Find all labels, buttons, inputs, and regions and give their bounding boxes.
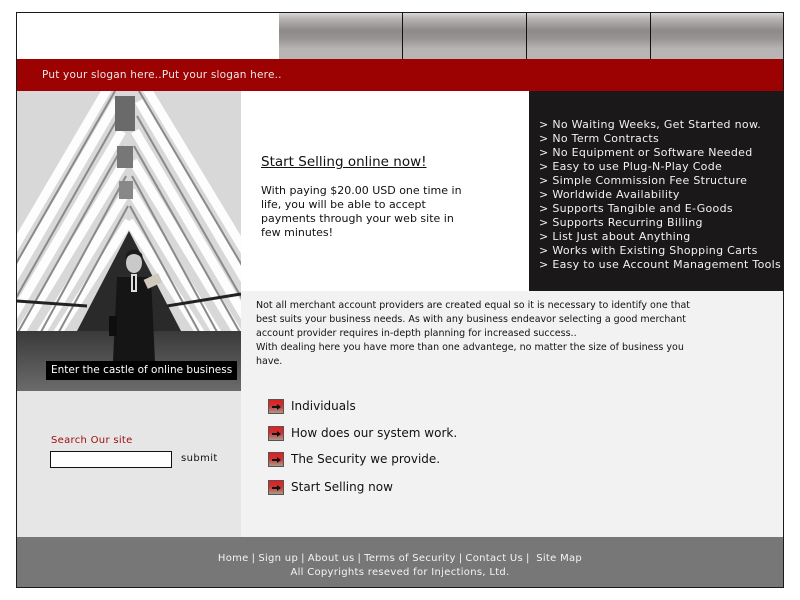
feature-item: > List Just about Anything	[539, 230, 691, 243]
feature-item: > No Equipment or Software Needed	[539, 146, 753, 159]
features-list: > No Waiting Weeks, Get Started now. > N…	[539, 118, 781, 272]
nav-tabs	[279, 13, 783, 59]
feature-item: > No Waiting Weeks, Get Started now.	[539, 118, 762, 131]
intro-title-link[interactable]: Start Selling online now!	[261, 154, 427, 170]
footer-separator: |	[458, 553, 463, 564]
description-paragraph-2: With dealing here you have more than one…	[256, 342, 684, 367]
feature-item: > Supports Tangible and E-Goods	[539, 202, 733, 215]
description-paragraph-1: Not all merchant account providers are c…	[256, 300, 691, 339]
footer-link-contact-us[interactable]: Contact Us	[465, 553, 523, 564]
footer-separator: |	[251, 553, 256, 564]
footer-nav: Home | Sign up | About us | Terms of Security |…	[17, 553, 783, 564]
footer-link-site-map[interactable]: Site Map	[536, 553, 582, 564]
footer-separator: |	[301, 553, 305, 564]
page-frame: Put your slogan here..Put your slogan he…	[16, 12, 784, 588]
description-area: Not all merchant account providers are c…	[241, 291, 783, 537]
footer-separator: |	[357, 553, 362, 564]
nav-tab-4[interactable]	[651, 13, 783, 59]
search-label: Search Our site	[51, 435, 133, 446]
search-panel: Search Our site submit	[17, 391, 241, 537]
footer-link-home[interactable]: Home	[218, 553, 249, 564]
hero-photo	[17, 91, 241, 391]
footer-link-sign-up[interactable]: Sign up	[258, 553, 298, 564]
feature-item: > Simple Commission Fee Structure	[539, 174, 748, 187]
hero-image: Enter the castle of online business	[17, 91, 241, 391]
arrow-right-icon	[268, 452, 284, 467]
feature-item: > Works with Existing Shopping Carts	[539, 244, 758, 257]
link-label: The Security we provide.	[291, 452, 441, 466]
description-text: Not all merchant account providers are c…	[256, 299, 701, 369]
hero-caption: Enter the castle of online business	[46, 361, 238, 380]
footer: Home | Sign up | About us | Terms of Security |…	[17, 537, 783, 587]
nav-tab-2[interactable]	[403, 13, 527, 59]
nav-tab-1[interactable]	[279, 13, 403, 59]
intro-section: Start Selling online now! With paying $2…	[241, 91, 529, 291]
logo-area	[17, 13, 279, 59]
arrow-right-icon	[268, 426, 284, 441]
feature-item: > Easy to use Plug-N-Play Code	[539, 160, 723, 173]
copyright-text: All Copyrights reseved for Injections, L…	[290, 567, 510, 578]
feature-item: > Easy to use Account Management Tools	[539, 258, 782, 271]
header	[17, 13, 783, 59]
arrow-right-icon	[268, 399, 284, 414]
link-label: How does our system work.	[291, 426, 458, 440]
feature-item: > Supports Recurring Billing	[539, 216, 703, 229]
nav-tab-3[interactable]	[527, 13, 651, 59]
footer-link-about-us[interactable]: About us	[308, 553, 355, 564]
link-label: Start Selling now	[291, 480, 393, 494]
intro-text: With paying $20.00 USD one time in life,…	[261, 184, 462, 239]
footer-link-terms-of-security[interactable]: Terms of Security	[364, 553, 456, 564]
features-panel: > No Waiting Weeks, Get Started now. > N…	[529, 91, 783, 291]
arrow-right-icon	[268, 480, 284, 495]
link-label: Individuals	[291, 399, 356, 413]
search-input[interactable]	[50, 451, 172, 468]
search-submit-button[interactable]: submit	[181, 453, 218, 464]
feature-item: > Worldwide Availability	[539, 188, 680, 201]
feature-item: > No Term Contracts	[539, 132, 660, 145]
slogan-bar: Put your slogan here..Put your slogan he…	[17, 59, 783, 91]
slogan-text: Put your slogan here..Put your slogan he…	[42, 69, 282, 81]
footer-separator: |	[526, 553, 530, 564]
